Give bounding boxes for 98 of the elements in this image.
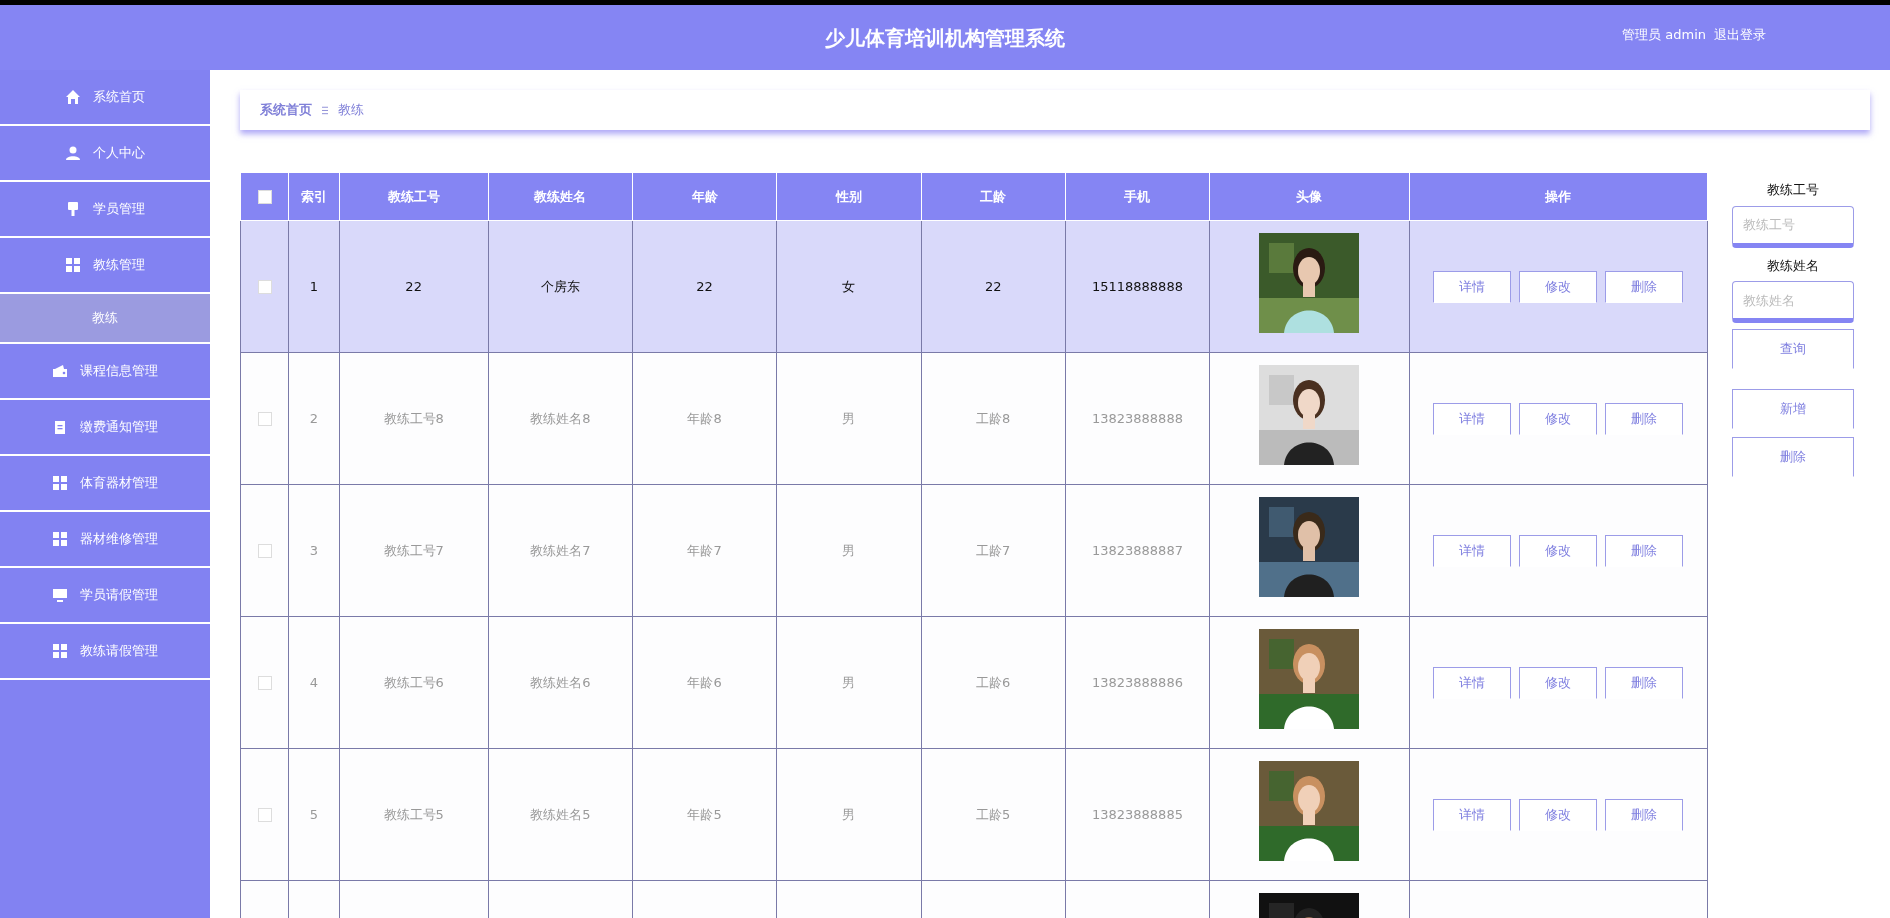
delete-button[interactable]: 删除 (1605, 270, 1684, 303)
row-checkbox[interactable] (257, 280, 272, 295)
sidebar-subitem[interactable]: 教练 (0, 294, 210, 344)
delete-button[interactable]: 删除 (1605, 666, 1684, 699)
clipboard-icon (52, 419, 68, 435)
sidebar-item[interactable]: 体育器材管理 (0, 456, 210, 512)
breadcrumb-current: 教练 (338, 101, 364, 120)
table-cell: 教练工号7 (383, 542, 444, 558)
sidebar-item[interactable]: 课程信息管理 (0, 344, 210, 400)
table-cell: 男 (842, 806, 856, 822)
details-button[interactable]: 详情 (1433, 402, 1512, 435)
row-checkbox[interactable] (257, 676, 272, 691)
home-icon (65, 89, 81, 105)
user-label: 管理员 admin (1622, 26, 1706, 44)
table-cell: 年龄7 (687, 542, 722, 558)
field-label: 教练工号 (1767, 181, 1819, 199)
edit-button[interactable]: 修改 (1519, 270, 1598, 303)
brush-icon (65, 201, 81, 217)
grid-icon (52, 531, 68, 547)
sidebar-item[interactable]: 教练请假管理 (0, 624, 210, 680)
sidebar-item[interactable]: 学员管理 (0, 182, 210, 238)
app-title: 少儿体育培训机构管理系统 (825, 24, 1065, 52)
table-cell: 3 (309, 542, 318, 558)
table-cell: 工龄8 (976, 410, 1011, 426)
separator-icon (322, 104, 328, 116)
column-header: 教练工号 (339, 172, 489, 221)
details-button[interactable]: 详情 (1433, 798, 1512, 831)
column-header: 工龄 (921, 172, 1066, 221)
table-cell: 年龄5 (687, 806, 722, 822)
table-cell: 工龄6 (976, 674, 1011, 690)
table-cell: 工龄7 (976, 542, 1011, 558)
table-cell: 个房东 (540, 278, 580, 294)
table-cell: 2 (309, 410, 318, 426)
table-cell: 男 (842, 674, 856, 690)
table-cell: 22 (984, 278, 1002, 294)
table-cell: 教练工号5 (383, 806, 444, 822)
table-cell: 教练姓名7 (530, 542, 591, 558)
column-header: 头像 (1209, 172, 1410, 221)
delete-button[interactable]: 删除 (1605, 798, 1684, 831)
field-label: 教练姓名 (1767, 256, 1819, 275)
monitor-icon (52, 587, 68, 603)
table-cell: 教练姓名6 (530, 674, 591, 690)
sidebar-item[interactable]: 器材维修管理 (0, 512, 210, 568)
sidebar-item[interactable]: 个人中心 (0, 126, 210, 182)
table-cell: 年龄8 (687, 410, 722, 426)
table-cell: 教练姓名8 (530, 410, 591, 426)
table-cell: 13823888887 (1091, 542, 1183, 558)
breadcrumb-link[interactable]: 系统首页 (260, 100, 312, 120)
column-header: 操作 (1409, 172, 1708, 221)
details-button[interactable]: 详情 (1433, 534, 1512, 567)
column-header: 性别 (776, 172, 922, 221)
add-button[interactable]: 新增 (1732, 389, 1854, 429)
search-button[interactable]: 查询 (1732, 329, 1854, 369)
grid-icon (52, 643, 68, 659)
table-cell: 22 (696, 278, 713, 294)
table-cell: 女 (842, 278, 856, 294)
row-checkbox[interactable] (257, 412, 272, 427)
table-cell: 4 (309, 674, 318, 690)
table-cell: 13823888886 (1091, 674, 1183, 690)
wallet-icon (52, 363, 68, 379)
table-cell: 教练工号8 (383, 410, 444, 426)
edit-button[interactable]: 修改 (1519, 534, 1598, 567)
table-cell: 教练工号6 (383, 674, 444, 690)
column-header: 教练姓名 (488, 172, 633, 221)
table-cell: 男 (842, 542, 856, 558)
table-cell: 工龄5 (976, 806, 1011, 822)
sidebar-item[interactable]: 学员请假管理 (0, 568, 210, 624)
delete-button[interactable]: 删除 (1732, 437, 1854, 477)
coach-id-field[interactable]: 教练工号 (1732, 205, 1854, 248)
column-header: 手机 (1065, 172, 1210, 221)
sidebar-item[interactable]: 缴费通知管理 (0, 400, 210, 456)
row-checkbox[interactable] (257, 808, 272, 823)
sidebar-item[interactable]: 系统首页 (0, 70, 210, 126)
logout-link[interactable]: 退出登录 (1714, 25, 1766, 45)
table-cell: 5 (309, 806, 318, 822)
table-cell: 13823888888 (1091, 410, 1183, 426)
edit-button[interactable]: 修改 (1519, 402, 1598, 435)
table-cell: 1 (309, 278, 318, 294)
delete-button[interactable]: 删除 (1605, 534, 1684, 567)
table-cell: 22 (405, 278, 422, 294)
column-header: 年龄 (632, 172, 777, 221)
details-button[interactable]: 详情 (1433, 270, 1512, 303)
details-button[interactable]: 详情 (1433, 666, 1512, 699)
row-checkbox[interactable] (257, 544, 272, 559)
edit-button[interactable]: 修改 (1519, 798, 1598, 831)
select-all-checkbox[interactable] (257, 190, 272, 205)
table-cell: 13823888885 (1091, 806, 1183, 822)
table-cell: 15118888888 (1091, 278, 1183, 294)
grid-icon (65, 257, 81, 273)
user-icon (65, 145, 81, 161)
table-cell: 男 (842, 410, 856, 426)
delete-button[interactable]: 删除 (1605, 402, 1684, 435)
grid-icon (52, 475, 68, 491)
edit-button[interactable]: 修改 (1519, 666, 1598, 699)
table-cell: 年龄6 (687, 674, 722, 690)
column-header: 索引 (288, 172, 340, 221)
table-cell: 教练姓名5 (530, 806, 591, 822)
coach-name-field[interactable]: 教练姓名 (1732, 281, 1854, 323)
